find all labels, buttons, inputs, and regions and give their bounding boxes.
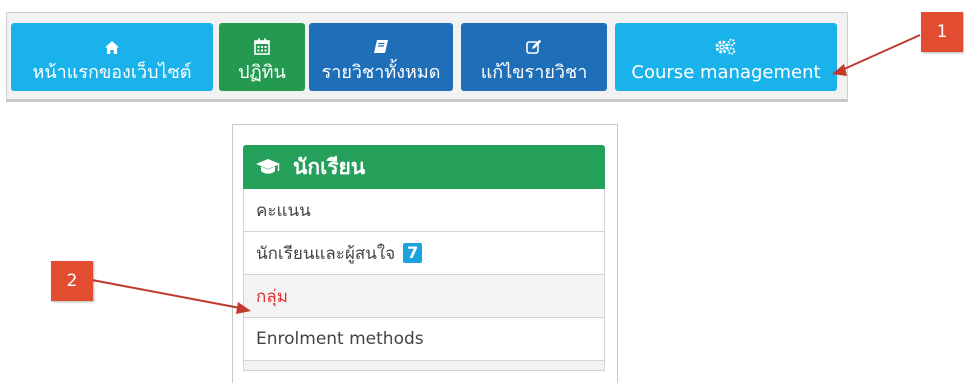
callout-1-arrowhead [832, 64, 847, 76]
annotation-arrows [91, 34, 921, 314]
callout-2-number: 2 [66, 271, 78, 291]
callout-marker-2: 2 [51, 261, 93, 301]
callout-1-number: 1 [936, 22, 948, 42]
callout-marker-1: 1 [921, 12, 963, 52]
callout-2-arrowhead [236, 302, 251, 314]
callout-2-arrow [91, 279, 241, 309]
callout-1-arrow [841, 34, 921, 71]
